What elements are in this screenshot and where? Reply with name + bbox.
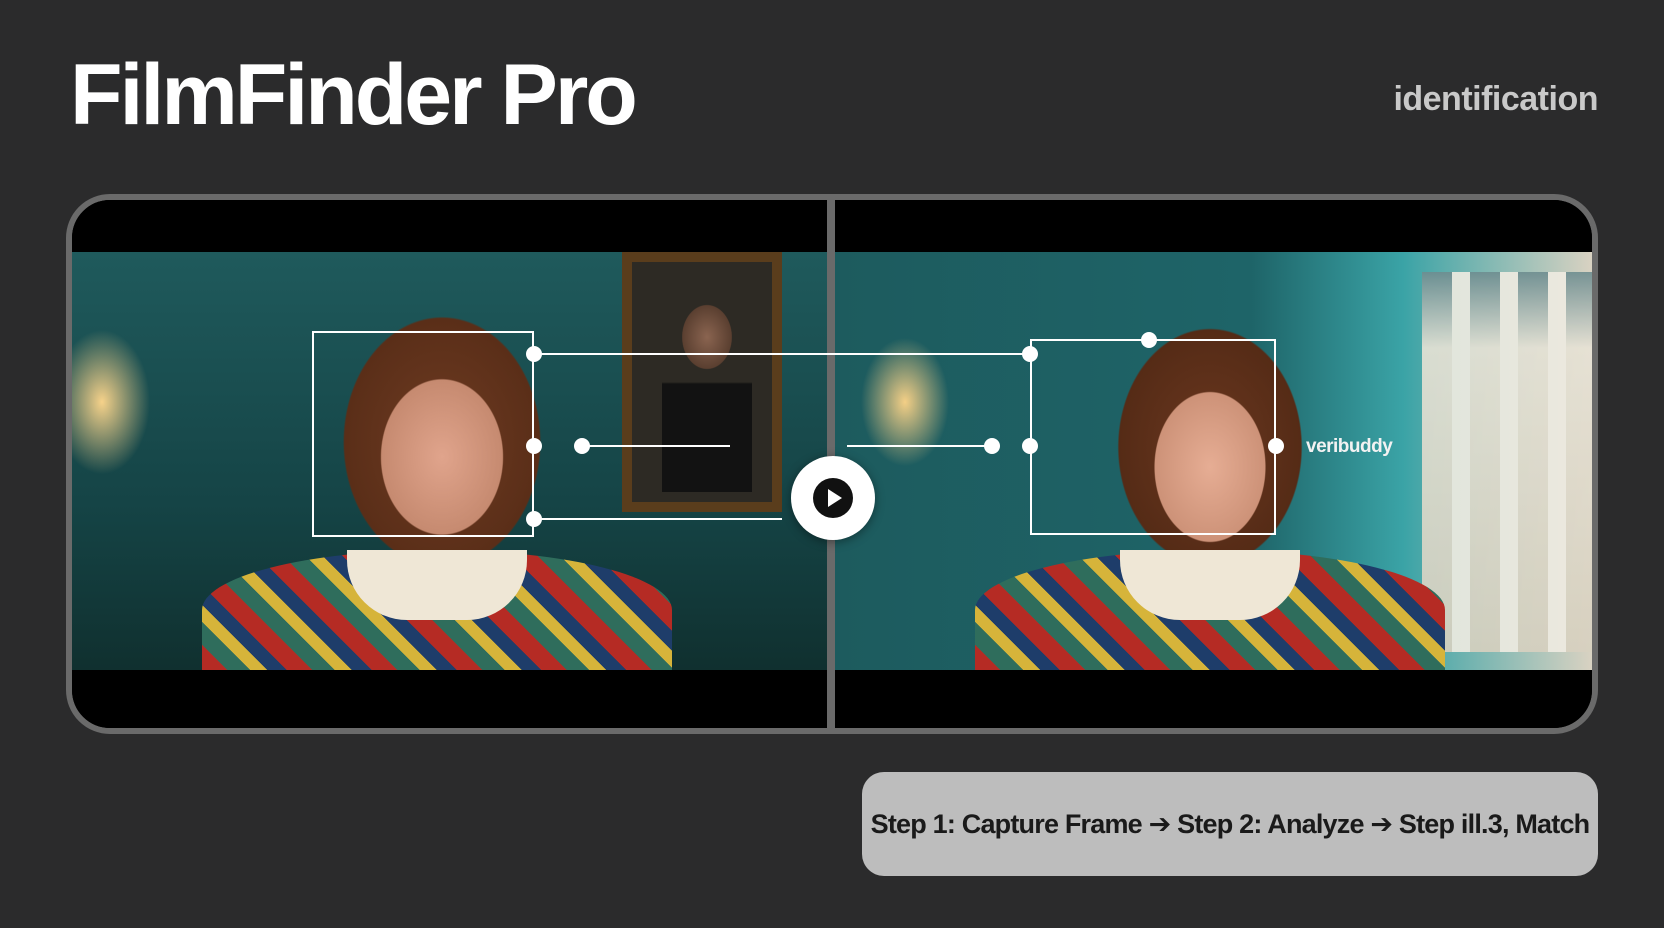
box-handle[interactable] (1022, 438, 1038, 454)
mode-label: identification (1393, 80, 1598, 118)
source-face-box[interactable] (312, 331, 534, 537)
connector-line (534, 353, 1030, 355)
box-handle[interactable] (1141, 332, 1157, 348)
connector-line (582, 445, 730, 447)
app-title: FilmFinder Pro (70, 47, 638, 143)
watermark-label: veribuddy (1306, 436, 1393, 457)
dress-collar (202, 550, 672, 670)
connector-handle[interactable] (984, 438, 1000, 454)
play-button[interactable] (791, 456, 875, 540)
comparison-viewer: veribuddy (66, 194, 1598, 734)
box-handle[interactable] (1268, 438, 1284, 454)
connector-line (847, 445, 992, 447)
connector-handle[interactable] (574, 438, 590, 454)
box-handle[interactable] (1022, 346, 1038, 362)
match-face-box[interactable] (1030, 339, 1276, 535)
background-building (1422, 272, 1592, 652)
steps-bar: Step 1: Capture Frame ➔ Step 2: Analyze … (862, 772, 1598, 876)
box-handle[interactable] (526, 438, 542, 454)
connector-line (534, 518, 782, 520)
wall-portrait (622, 252, 782, 512)
play-icon (813, 478, 853, 518)
dress-collar (975, 550, 1445, 670)
steps-text: Step 1: Capture Frame ➔ Step 2: Analyze … (870, 808, 1591, 839)
